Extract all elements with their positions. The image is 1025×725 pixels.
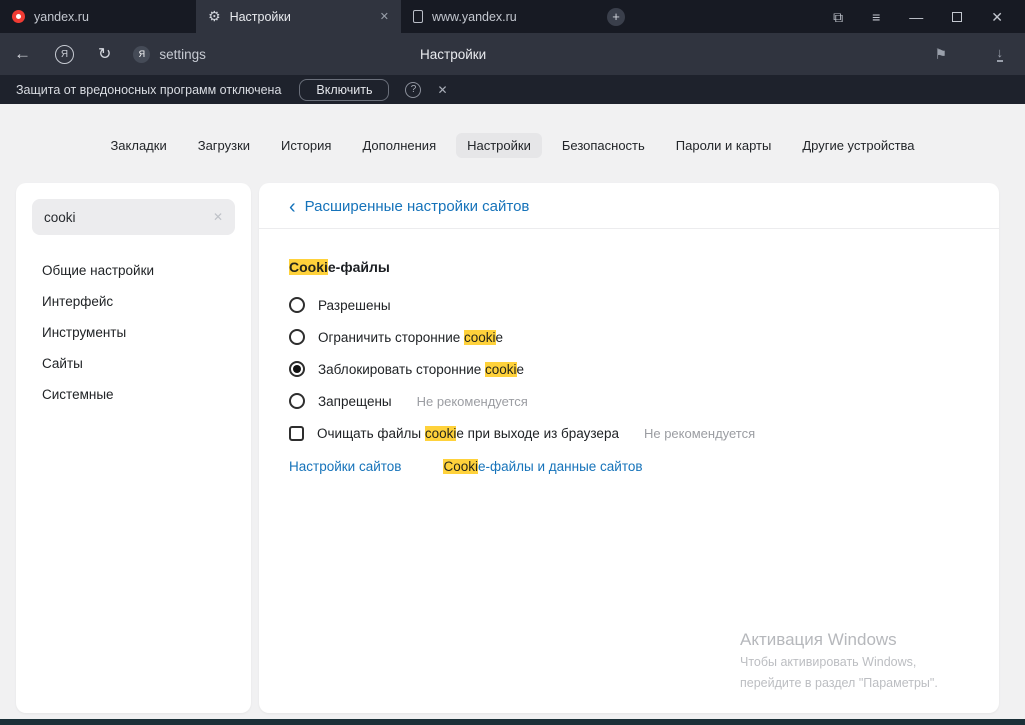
radio-icon[interactable]	[289, 297, 305, 313]
tab-panel-icon[interactable]: ⧉	[833, 10, 843, 24]
chevron-left-icon[interactable]: ‹	[289, 200, 296, 214]
radio-option-forbidden[interactable]: Запрещены Не рекомендуется	[289, 385, 969, 417]
page-favicon-icon: Я	[133, 46, 150, 63]
settings-page: Закладки Загрузки История Дополнения Нас…	[0, 104, 1025, 719]
windows-activation-watermark: Активация Windows Чтобы активировать Win…	[740, 629, 938, 694]
sidebar-item-tools[interactable]: Инструменты	[32, 317, 235, 348]
option-note: Не рекомендуется	[417, 394, 528, 409]
content-header-title: Расширенные настройки сайтов	[305, 198, 530, 215]
notification-close-icon[interactable]: ✕	[437, 83, 447, 97]
option-label: Заблокировать сторонние cookie	[318, 362, 524, 377]
tab-yandex-ru[interactable]: yandex.ru	[0, 0, 196, 33]
related-links: Настройки сайтов Cookie-файлы и данные с…	[289, 459, 969, 474]
page-title: Настройки	[420, 33, 486, 75]
sidebar-sections: Общие настройки Интерфейс Инструменты Са…	[32, 255, 235, 410]
tabbar-right-controls: ⧉ ≡ — ✕	[833, 0, 1025, 33]
sidebar-item-general[interactable]: Общие настройки	[32, 255, 235, 286]
search-highlight: cooki	[425, 426, 457, 441]
sidebar-item-system[interactable]: Системные	[32, 379, 235, 410]
yandex-favicon-icon	[12, 10, 25, 23]
search-highlight: cooki	[464, 330, 496, 345]
watermark-line: Чтобы активировать Windows,	[740, 652, 938, 673]
checkbox-option-clear-on-exit[interactable]: Очищать файлы cookie при выходе из брауз…	[289, 417, 969, 449]
watermark-line: перейдите в раздел "Параметры".	[740, 673, 938, 694]
bottom-edge-strip	[0, 719, 1025, 725]
sidebar-item-sites[interactable]: Сайты	[32, 348, 235, 379]
address-text[interactable]: settings	[159, 47, 206, 62]
address-toolbar: ← Я ↻ Я settings Настройки ⚑ ↓	[0, 33, 1025, 75]
maximize-icon[interactable]	[952, 12, 962, 22]
settings-search[interactable]: ✕	[32, 199, 235, 235]
settings-sidebar: ✕ Общие настройки Интерфейс Инструменты …	[16, 183, 251, 713]
option-label: Запрещены	[318, 394, 392, 409]
tab-bar: yandex.ru ⚙ Настройки ✕ www.yandex.ru + …	[0, 0, 1025, 33]
option-note: Не рекомендуется	[644, 426, 755, 441]
tab-title: www.yandex.ru	[432, 10, 581, 24]
minimize-icon[interactable]: —	[909, 10, 923, 24]
back-icon[interactable]: ←	[14, 44, 31, 64]
nav-item-extensions[interactable]: Дополнения	[351, 133, 447, 158]
radio-option-allowed[interactable]: Разрешены	[289, 289, 969, 321]
nav-item-history[interactable]: История	[270, 133, 342, 158]
nav-item-other-devices[interactable]: Другие устройства	[791, 133, 925, 158]
search-highlight: Cooki	[289, 259, 328, 275]
tab-title: yandex.ru	[34, 10, 184, 24]
yandex-button-icon[interactable]: Я	[55, 45, 74, 64]
page-icon	[413, 10, 423, 23]
tab-settings[interactable]: ⚙ Настройки ✕	[196, 0, 401, 33]
advanced-site-settings-header[interactable]: ‹ Расширенные настройки сайтов	[259, 183, 999, 229]
option-label: Разрешены	[318, 298, 391, 313]
site-settings-link[interactable]: Настройки сайтов	[289, 459, 401, 474]
nav-item-downloads[interactable]: Загрузки	[187, 133, 261, 158]
search-highlight: cooki	[485, 362, 517, 377]
browser-window: yandex.ru ⚙ Настройки ✕ www.yandex.ru + …	[0, 0, 1025, 725]
radio-checked-icon[interactable]	[289, 361, 305, 377]
refresh-icon[interactable]: ↻	[98, 44, 111, 64]
new-tab-button[interactable]: +	[607, 8, 625, 26]
cookie-settings-body: Cookie-файлы Разрешены Ограничить сторон…	[259, 229, 999, 474]
tab-title: Настройки	[230, 10, 367, 24]
search-input[interactable]	[44, 210, 207, 225]
radio-icon[interactable]	[289, 393, 305, 409]
notification-text: Защита от вредоносных программ отключена	[16, 83, 281, 97]
radio-option-limit-third-party[interactable]: Ограничить сторонние cookie	[289, 321, 969, 353]
help-icon[interactable]: ?	[405, 82, 421, 98]
notification-bar: Защита от вредоносных программ отключена…	[0, 75, 1025, 104]
option-label: Ограничить сторонние cookie	[318, 330, 503, 345]
enable-protection-button[interactable]: Включить	[299, 79, 389, 101]
nav-item-settings[interactable]: Настройки	[456, 133, 542, 158]
nav-item-security[interactable]: Безопасность	[551, 133, 656, 158]
radio-option-block-third-party[interactable]: Заблокировать сторонние cookie	[289, 353, 969, 385]
checkbox-icon[interactable]	[289, 426, 304, 441]
sidebar-item-interface[interactable]: Интерфейс	[32, 286, 235, 317]
cookie-section-title: Cookie-файлы	[289, 259, 969, 275]
nav-item-passwords[interactable]: Пароли и карты	[665, 133, 783, 158]
gear-icon: ⚙	[208, 8, 221, 25]
downloads-icon[interactable]: ↓	[997, 46, 1004, 62]
menu-icon[interactable]: ≡	[872, 10, 880, 24]
clear-search-icon[interactable]: ✕	[213, 210, 223, 224]
search-highlight: Cooki	[443, 459, 478, 474]
bookmark-icon[interactable]: ⚑	[934, 33, 947, 75]
cookie-data-link[interactable]: Cookie-файлы и данные сайтов	[443, 459, 642, 474]
tab-www-yandex-ru[interactable]: www.yandex.ru	[401, 0, 593, 33]
radio-icon[interactable]	[289, 329, 305, 345]
nav-item-bookmarks[interactable]: Закладки	[99, 133, 177, 158]
settings-nav: Закладки Загрузки История Дополнения Нас…	[0, 133, 1025, 158]
window-close-icon[interactable]: ✕	[991, 10, 1003, 24]
option-label: Очищать файлы cookie при выходе из брауз…	[317, 426, 619, 441]
watermark-title: Активация Windows	[740, 629, 938, 652]
tab-close-icon[interactable]: ✕	[380, 10, 389, 23]
